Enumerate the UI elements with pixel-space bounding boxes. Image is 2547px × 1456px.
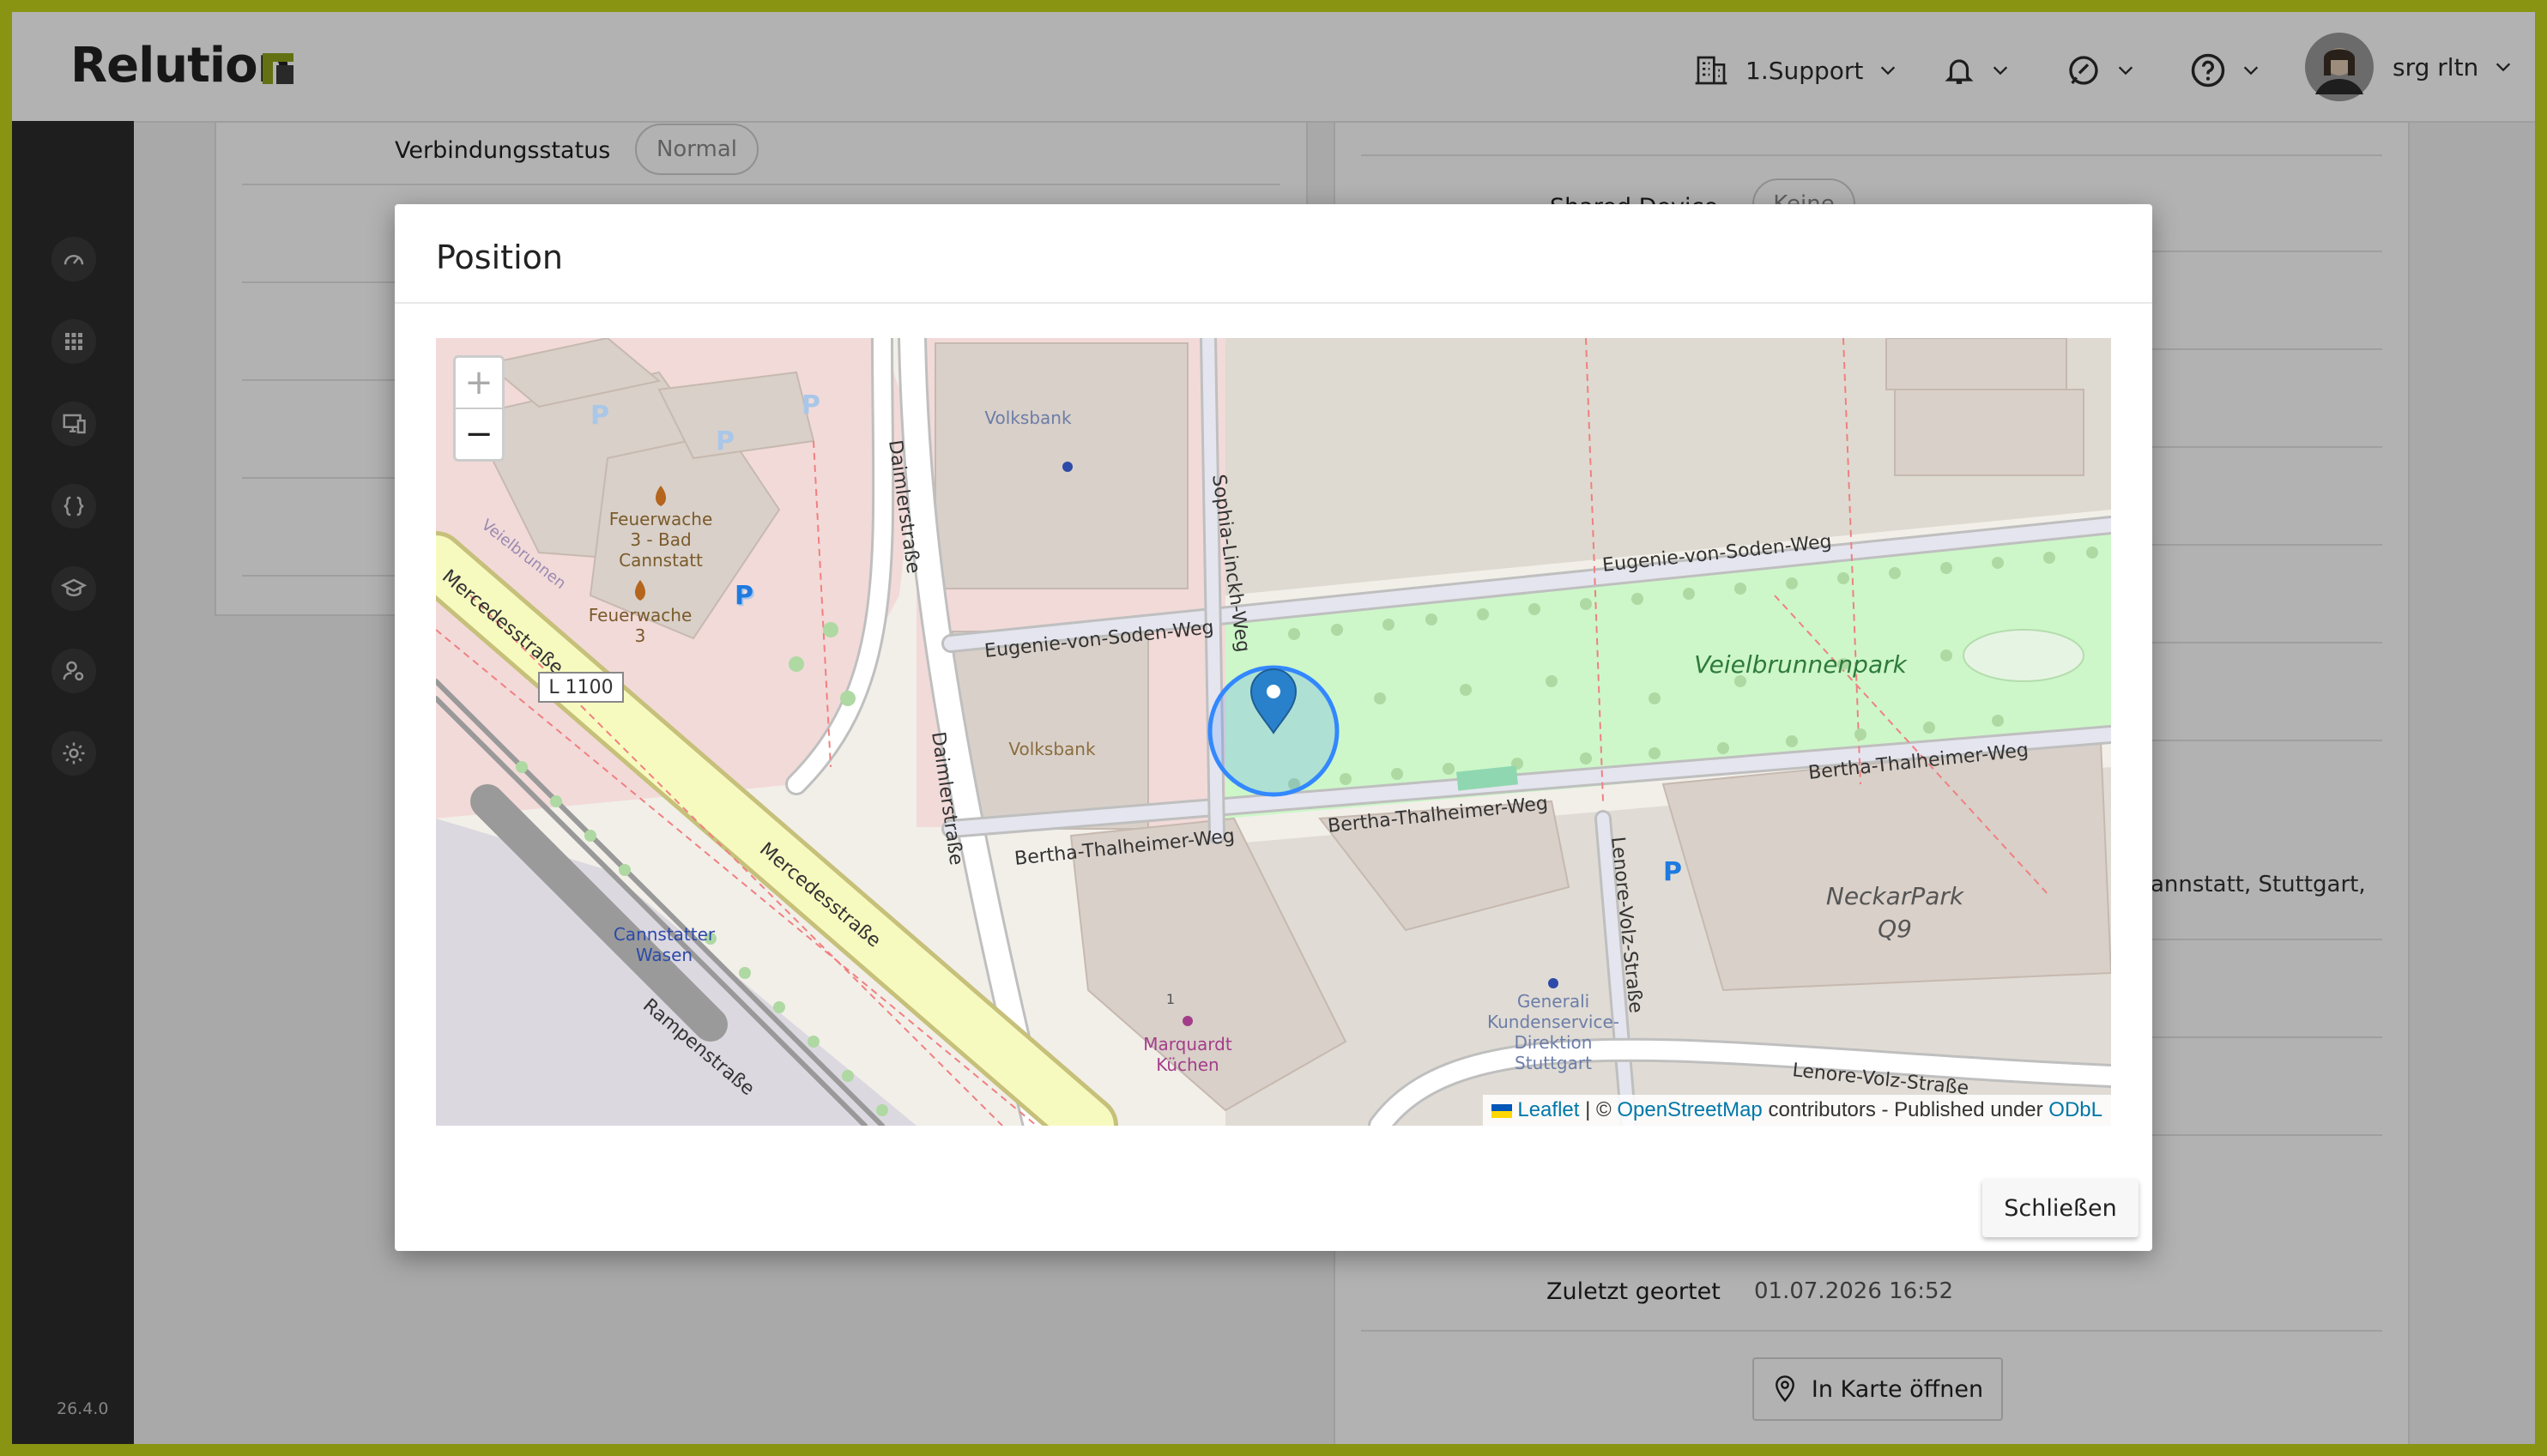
map-zoom-control: + − — [453, 355, 505, 462]
position-dialog: Position Volksbank Volksbank Sophia-Linc… — [395, 204, 2152, 1251]
map-label: 1 — [1166, 991, 1175, 1007]
map-tiles: Volksbank Volksbank Sophia-Linckh-Weg Eu… — [436, 338, 2111, 1126]
map-label: Feuerwache — [589, 605, 693, 625]
road-number-label: L 1100 — [548, 677, 613, 698]
leaflet-link[interactable]: Leaflet — [1517, 1098, 1579, 1121]
map-label: Marquardt — [1143, 1034, 1232, 1054]
zoom-in-button[interactable]: + — [456, 358, 502, 409]
map-label: Küchen — [1156, 1054, 1219, 1075]
map-label: Generali — [1517, 991, 1589, 1012]
map-label: Cannstatt — [619, 550, 703, 571]
attribution-separator: | © — [1579, 1098, 1618, 1121]
map-label: Veielbrunnenpark — [1694, 650, 1908, 679]
parking-label: P — [716, 426, 735, 456]
map-label: Feuerwache — [609, 509, 713, 529]
map-label: Cannstatter — [614, 924, 716, 945]
map-label: 3 — [635, 625, 646, 646]
dialog-title: Position — [436, 239, 563, 276]
map-label: Volksbank — [984, 408, 1072, 428]
parking-label: P — [590, 401, 609, 431]
zoom-out-button[interactable]: − — [456, 409, 502, 459]
attribution-text: contributors - Published under — [1762, 1098, 2049, 1121]
map-label: 3 - Bad — [630, 529, 691, 550]
map-label: Kundenservice- — [1487, 1012, 1619, 1032]
map-label: Wasen — [636, 945, 693, 965]
map-attribution: Leaflet | © OpenStreetMap contributors -… — [1482, 1095, 2111, 1126]
map-view[interactable]: Volksbank Volksbank Sophia-Linckh-Weg Eu… — [436, 338, 2111, 1126]
parking-label: P — [735, 581, 753, 611]
map-label: Q9 — [1878, 915, 1912, 943]
map-label: NeckarPark — [1826, 882, 1965, 910]
odbl-link[interactable]: ODbL — [2048, 1098, 2102, 1121]
dialog-divider — [395, 302, 2152, 304]
parking-label: P — [1663, 857, 1682, 887]
close-button[interactable]: Schließen — [1982, 1179, 2139, 1237]
map-label: Volksbank — [1008, 739, 1096, 759]
map-label: Direktion — [1515, 1032, 1593, 1053]
openstreetmap-link[interactable]: OpenStreetMap — [1617, 1098, 1762, 1121]
ukraine-flag-icon — [1491, 1104, 1512, 1118]
map-label: Stuttgart — [1515, 1053, 1592, 1073]
parking-label: P — [802, 390, 820, 420]
